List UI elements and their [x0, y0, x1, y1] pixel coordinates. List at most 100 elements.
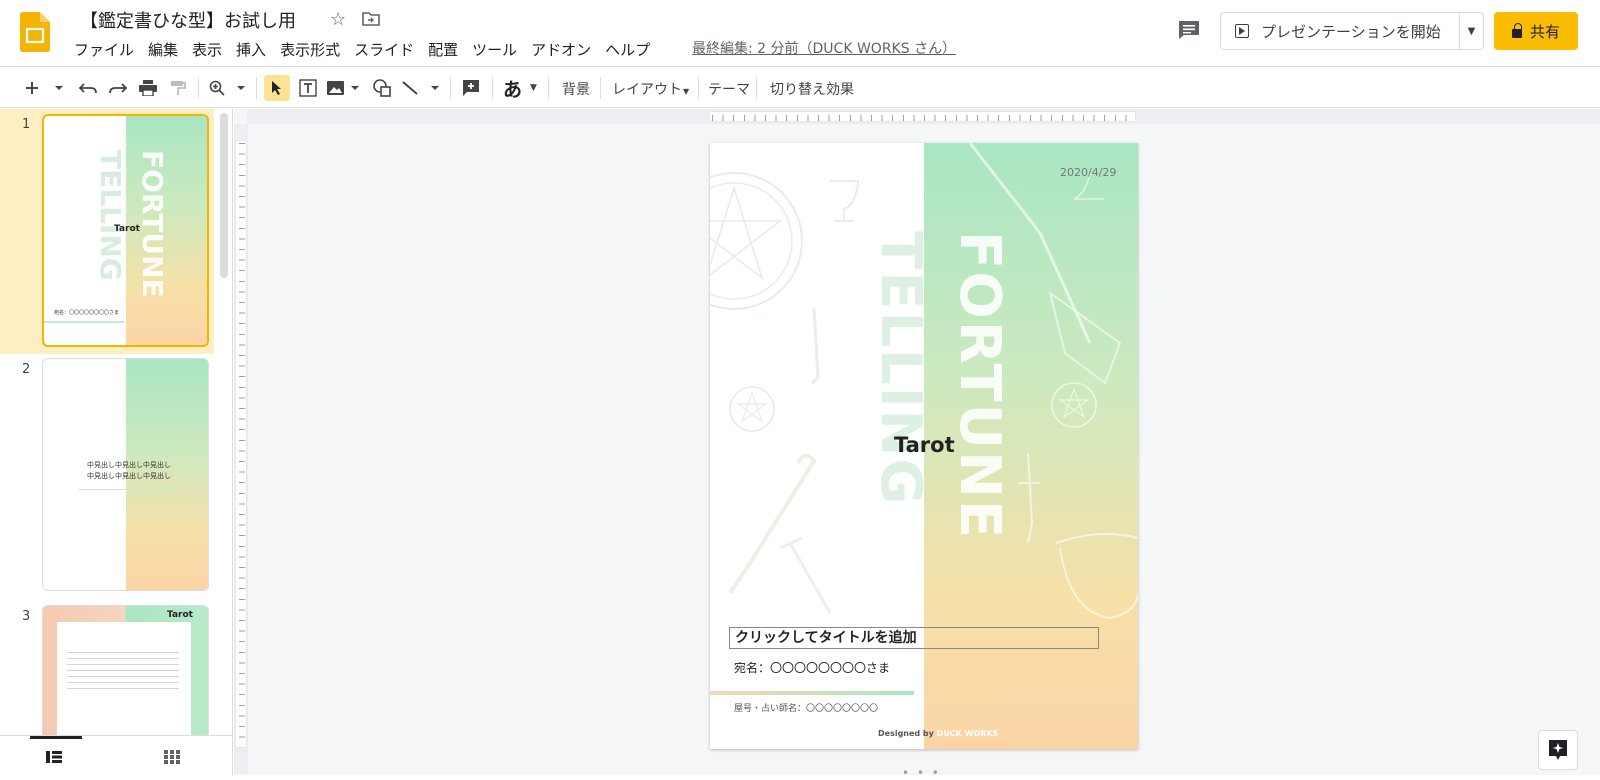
- toolbar-separator: [756, 77, 757, 99]
- menu-arrange[interactable]: 配置: [426, 39, 466, 60]
- toolbar-separator: [256, 77, 257, 99]
- slide-thumbnail[interactable]: Tarot: [42, 605, 209, 745]
- slide-number: 1: [22, 117, 31, 132]
- text-box-icon: [299, 79, 317, 97]
- present-button[interactable]: プレゼンテーションを開始 ▼: [1220, 12, 1484, 50]
- filmstrip-item-1[interactable]: 1 FORTUNE TELLING Tarot 宛名：〇〇〇〇〇〇〇〇さま: [0, 109, 214, 354]
- toolbar-separator: [548, 77, 549, 99]
- redo-icon: [109, 83, 127, 94]
- menu-format[interactable]: 表示形式: [278, 39, 348, 60]
- print-icon: [139, 80, 157, 96]
- move-to-folder-icon[interactable]: [362, 12, 380, 26]
- image-icon: [327, 81, 359, 95]
- menu-addons[interactable]: アドオン: [529, 39, 599, 60]
- present-label: プレゼンテーションを開始: [1261, 22, 1441, 41]
- thumbnail-tarot: Tarot: [167, 610, 193, 620]
- explore-button[interactable]: [1538, 730, 1578, 770]
- thumbnail-body-text: [67, 652, 179, 692]
- grid-view-tab[interactable]: [146, 736, 198, 775]
- present-dropdown-button[interactable]: ▼: [1459, 13, 1483, 49]
- toolbar-separator: [450, 77, 451, 99]
- image-button[interactable]: [326, 75, 362, 101]
- menu-file[interactable]: ファイル: [72, 39, 142, 60]
- theme-button[interactable]: テーマ: [708, 79, 750, 99]
- menu-insert[interactable]: 挿入: [234, 39, 274, 60]
- redo-button[interactable]: [106, 75, 130, 101]
- print-button[interactable]: [136, 75, 160, 101]
- chevron-down-icon: ▼: [683, 87, 690, 96]
- thumbnail-word-fortune: FORTUNE: [136, 150, 169, 298]
- document-title[interactable]: 【鑑定書ひな型】お試し用: [80, 7, 296, 33]
- thumbnail-word-telling: TELLING: [94, 150, 127, 281]
- select-tool-button[interactable]: [264, 75, 290, 101]
- text-style-button[interactable]: あ ▼: [500, 75, 540, 101]
- editor-canvas[interactable]: 2020/4/29 TELLING FORTUNE Tarot クリックしてタイ…: [234, 109, 1600, 775]
- undo-icon: [79, 83, 97, 94]
- share-label: 共有: [1529, 22, 1560, 41]
- toolbar-separator: [600, 77, 601, 99]
- transition-button[interactable]: 切り替え効果: [770, 79, 854, 99]
- zoom-icon: [209, 80, 245, 96]
- select-icon: [272, 81, 281, 95]
- layout-button[interactable]: レイアウト▼: [612, 79, 689, 99]
- menu-help[interactable]: ヘルプ: [603, 39, 658, 60]
- horizontal-ruler[interactable]: [247, 109, 1600, 124]
- present-icon: [1235, 24, 1249, 38]
- vertical-ruler[interactable]: [234, 124, 248, 774]
- shape-icon: [373, 79, 391, 97]
- layout-label: レイアウト: [612, 82, 682, 98]
- new-slide-button[interactable]: [22, 75, 68, 101]
- undo-button[interactable]: [76, 75, 100, 101]
- chevron-down-icon: ▼: [530, 83, 537, 93]
- slide-tarot-title[interactable]: Tarot: [894, 433, 955, 457]
- filmstrip-item-2[interactable]: 2 中見出し中見出し中見出し 中見出し中見出し中見出し: [0, 354, 214, 601]
- slide-thumbnail[interactable]: 中見出し中見出し中見出し 中見出し中見出し中見出し: [42, 358, 209, 591]
- background-button[interactable]: 背景: [562, 79, 590, 99]
- toolbar-separator: [492, 77, 493, 99]
- filmstrip-scrollbar[interactable]: [220, 113, 228, 278]
- current-slide[interactable]: 2020/4/29 TELLING FORTUNE Tarot クリックしてタイ…: [710, 143, 1138, 749]
- thumbnail-recipient: 宛名：〇〇〇〇〇〇〇〇さま: [54, 310, 120, 316]
- slides-logo-icon[interactable]: [20, 12, 50, 52]
- slide-divider-line: [710, 691, 914, 695]
- comment-add-icon: [463, 80, 479, 96]
- star-icon[interactable]: ☆: [330, 9, 346, 30]
- slide-credit[interactable]: Designed by DUCK WORKS: [878, 729, 998, 738]
- filmstrip-footer: [0, 735, 232, 775]
- add-comment-button[interactable]: [458, 75, 484, 101]
- thumbnail-heading: 中見出し中見出し中見出し: [87, 461, 171, 469]
- menu-tools[interactable]: ツール: [470, 39, 525, 60]
- paint-format-button[interactable]: [166, 75, 190, 101]
- menu-slide[interactable]: スライド: [352, 39, 422, 60]
- speaker-notes-resize-handle[interactable]: • • •: [902, 766, 941, 780]
- toolbar-separator: [198, 77, 199, 99]
- slide-number: 2: [22, 362, 31, 377]
- slide-thumbnail[interactable]: FORTUNE TELLING Tarot 宛名：〇〇〇〇〇〇〇〇さま: [42, 114, 209, 347]
- zoom-button[interactable]: [208, 75, 248, 101]
- last-edit-link[interactable]: 最終編集: 2 分前（DUCK WORKS さん）: [692, 38, 956, 58]
- credit-brand: DUCK WORKS: [936, 729, 999, 738]
- slide-date[interactable]: 2020/4/29: [1060, 166, 1116, 179]
- app-header: 【鑑定書ひな型】お試し用 ☆ ファイル 編集 表示 挿入 表示形式 スライド 配…: [0, 0, 1600, 66]
- toolbar-separator: [698, 77, 699, 99]
- slide-word-fortune[interactable]: FORTUNE: [947, 231, 1012, 540]
- shape-button[interactable]: [370, 75, 394, 101]
- paint-format-icon: [171, 81, 186, 95]
- slide-recipient[interactable]: 宛名：〇〇〇〇〇〇〇〇さま: [734, 659, 890, 676]
- slide-reader-name[interactable]: 屋号・占い師名：〇〇〇〇〇〇〇〇: [734, 701, 878, 714]
- thumbnail-tarot: Tarot: [114, 224, 140, 234]
- comments-icon[interactable]: [1178, 20, 1200, 40]
- menu-view[interactable]: 表示: [190, 39, 230, 60]
- ruler-page-area: [709, 111, 1136, 122]
- share-button[interactable]: 共有: [1494, 12, 1578, 50]
- toolbar: あ ▼ 背景 レイアウト▼ テーマ 切り替え効果: [0, 66, 1600, 157]
- menu-edit[interactable]: 編集: [146, 39, 186, 60]
- text-box-button[interactable]: [296, 75, 320, 101]
- new-slide-icon: [26, 82, 63, 94]
- filmstrip-item-3[interactable]: 3 Tarot: [0, 601, 214, 745]
- title-placeholder[interactable]: クリックしてタイトルを追加: [729, 627, 1099, 649]
- line-button[interactable]: [400, 75, 442, 101]
- filmstrip-view-tab[interactable]: [30, 736, 82, 775]
- slide-word-telling[interactable]: TELLING: [868, 231, 933, 507]
- filmstrip-panel: 1 FORTUNE TELLING Tarot 宛名：〇〇〇〇〇〇〇〇さま 2 …: [0, 109, 233, 775]
